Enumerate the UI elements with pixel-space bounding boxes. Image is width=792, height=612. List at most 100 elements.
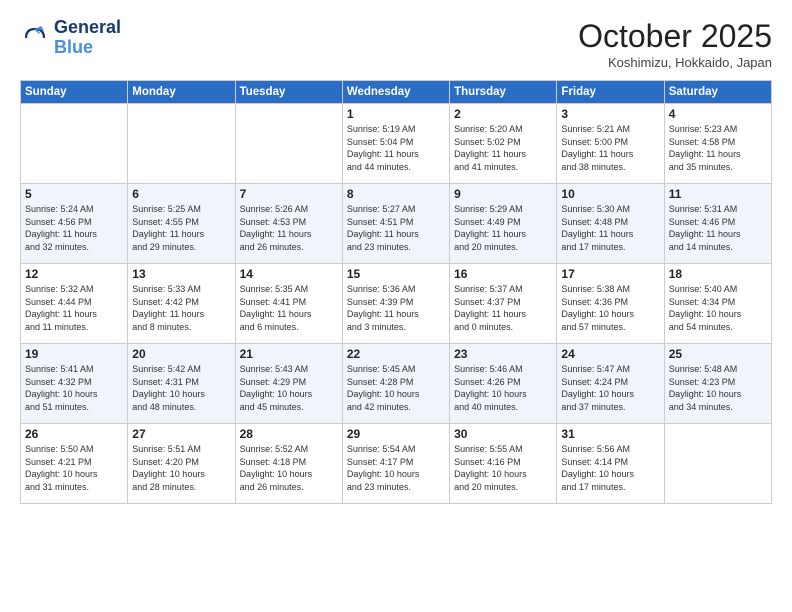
logo-line1: General bbox=[54, 18, 121, 38]
th-tuesday: Tuesday bbox=[235, 81, 342, 104]
day-number: 7 bbox=[240, 187, 338, 201]
day-info: Sunrise: 5:47 AM Sunset: 4:24 PM Dayligh… bbox=[561, 363, 659, 413]
day-info: Sunrise: 5:45 AM Sunset: 4:28 PM Dayligh… bbox=[347, 363, 445, 413]
day-number: 30 bbox=[454, 427, 552, 441]
page: General Blue October 2025 Koshimizu, Hok… bbox=[0, 0, 792, 612]
day-number: 29 bbox=[347, 427, 445, 441]
calendar-cell: 7Sunrise: 5:26 AM Sunset: 4:53 PM Daylig… bbox=[235, 184, 342, 264]
calendar-cell: 5 Sunrise: 5:24 AM Sunset: 4:56 PM Daylig… bbox=[21, 184, 128, 264]
day-number: 8 bbox=[347, 187, 445, 201]
title-area: October 2025 Koshimizu, Hokkaido, Japan bbox=[578, 18, 772, 70]
day-number: 9 bbox=[454, 187, 552, 201]
calendar-cell bbox=[21, 104, 128, 184]
calendar-cell: 23Sunrise: 5:46 AM Sunset: 4:26 PM Dayli… bbox=[450, 344, 557, 424]
day-info: Sunrise: 5:23 AM Sunset: 4:58 PM Dayligh… bbox=[669, 123, 767, 173]
day-info: Sunrise: 5:21 AM Sunset: 5:00 PM Dayligh… bbox=[561, 123, 659, 173]
day-info: Sunrise: 5:24 AM Sunset: 4:56 PM Dayligh… bbox=[25, 203, 123, 253]
day-info: Sunrise: 5:25 AM Sunset: 4:55 PM Dayligh… bbox=[132, 203, 230, 253]
day-info: Sunrise: 5:42 AM Sunset: 4:31 PM Dayligh… bbox=[132, 363, 230, 413]
day-info: Sunrise: 5:29 AM Sunset: 4:49 PM Dayligh… bbox=[454, 203, 552, 253]
day-number: 12 bbox=[25, 267, 123, 281]
calendar-cell: 6 Sunrise: 5:25 AM Sunset: 4:55 PM Daylig… bbox=[128, 184, 235, 264]
calendar-cell: 17Sunrise: 5:38 AM Sunset: 4:36 PM Dayli… bbox=[557, 264, 664, 344]
day-info: Sunrise: 5:46 AM Sunset: 4:26 PM Dayligh… bbox=[454, 363, 552, 413]
day-info: Sunrise: 5:36 AM Sunset: 4:39 PM Dayligh… bbox=[347, 283, 445, 333]
calendar-cell: 1 Sunrise: 5:19 AM Sunset: 5:04 PM Daylig… bbox=[342, 104, 449, 184]
th-friday: Friday bbox=[557, 81, 664, 104]
day-info: Sunrise: 5:20 AM Sunset: 5:02 PM Dayligh… bbox=[454, 123, 552, 173]
calendar-cell: 14 Sunrise: 5:35 AM Sunset: 4:41 PM Dayli… bbox=[235, 264, 342, 344]
day-number: 28 bbox=[240, 427, 338, 441]
th-saturday: Saturday bbox=[664, 81, 771, 104]
day-number: 2 bbox=[454, 107, 552, 121]
calendar-cell: 27 Sunrise: 5:51 AM Sunset: 4:20 PM Dayli… bbox=[128, 424, 235, 504]
day-number: 24 bbox=[561, 347, 659, 361]
calendar-cell: 21 Sunrise: 5:43 AM Sunset: 4:29 PM Dayli… bbox=[235, 344, 342, 424]
day-info: Sunrise: 5:33 AM Sunset: 4:42 PM Dayligh… bbox=[132, 283, 230, 333]
th-thursday: Thursday bbox=[450, 81, 557, 104]
day-info: Sunrise: 5:31 AM Sunset: 4:46 PM Dayligh… bbox=[669, 203, 767, 253]
day-info: Sunrise: 5:19 AM Sunset: 5:04 PM Dayligh… bbox=[347, 123, 445, 173]
calendar-week-1: 1 Sunrise: 5:19 AM Sunset: 5:04 PM Daylig… bbox=[21, 104, 772, 184]
day-info: Sunrise: 5:35 AM Sunset: 4:41 PM Dayligh… bbox=[240, 283, 338, 333]
day-info: Sunrise: 5:54 AM Sunset: 4:17 PM Dayligh… bbox=[347, 443, 445, 493]
day-number: 11 bbox=[669, 187, 767, 201]
day-info: Sunrise: 5:40 AM Sunset: 4:34 PM Dayligh… bbox=[669, 283, 767, 333]
day-info: Sunrise: 5:32 AM Sunset: 4:44 PM Dayligh… bbox=[25, 283, 123, 333]
calendar-cell: 29 Sunrise: 5:54 AM Sunset: 4:17 PM Dayli… bbox=[342, 424, 449, 504]
calendar-cell: 24 Sunrise: 5:47 AM Sunset: 4:24 PM Dayli… bbox=[557, 344, 664, 424]
day-info: Sunrise: 5:38 AM Sunset: 4:36 PM Dayligh… bbox=[561, 283, 659, 333]
day-number: 25 bbox=[669, 347, 767, 361]
calendar-week-4: 19Sunrise: 5:41 AM Sunset: 4:32 PM Dayli… bbox=[21, 344, 772, 424]
day-number: 10 bbox=[561, 187, 659, 201]
location: Koshimizu, Hokkaido, Japan bbox=[578, 55, 772, 70]
calendar-cell: 10 Sunrise: 5:30 AM Sunset: 4:48 PM Dayli… bbox=[557, 184, 664, 264]
calendar-cell: 8 Sunrise: 5:27 AM Sunset: 4:51 PM Daylig… bbox=[342, 184, 449, 264]
calendar-cell bbox=[235, 104, 342, 184]
day-info: Sunrise: 5:30 AM Sunset: 4:48 PM Dayligh… bbox=[561, 203, 659, 253]
calendar-cell: 9 Sunrise: 5:29 AM Sunset: 4:49 PM Daylig… bbox=[450, 184, 557, 264]
calendar-cell: 4 Sunrise: 5:23 AM Sunset: 4:58 PM Daylig… bbox=[664, 104, 771, 184]
day-number: 22 bbox=[347, 347, 445, 361]
day-number: 27 bbox=[132, 427, 230, 441]
day-number: 21 bbox=[240, 347, 338, 361]
day-number: 4 bbox=[669, 107, 767, 121]
logo-icon bbox=[20, 23, 50, 53]
day-info: Sunrise: 5:48 AM Sunset: 4:23 PM Dayligh… bbox=[669, 363, 767, 413]
logo: General Blue bbox=[20, 18, 121, 58]
day-info: Sunrise: 5:51 AM Sunset: 4:20 PM Dayligh… bbox=[132, 443, 230, 493]
th-monday: Monday bbox=[128, 81, 235, 104]
header: General Blue October 2025 Koshimizu, Hok… bbox=[20, 18, 772, 70]
day-info: Sunrise: 5:37 AM Sunset: 4:37 PM Dayligh… bbox=[454, 283, 552, 333]
day-number: 13 bbox=[132, 267, 230, 281]
day-info: Sunrise: 5:50 AM Sunset: 4:21 PM Dayligh… bbox=[25, 443, 123, 493]
day-info: Sunrise: 5:41 AM Sunset: 4:32 PM Dayligh… bbox=[25, 363, 123, 413]
th-sunday: Sunday bbox=[21, 81, 128, 104]
calendar-cell: 2 Sunrise: 5:20 AM Sunset: 5:02 PM Daylig… bbox=[450, 104, 557, 184]
day-info: Sunrise: 5:55 AM Sunset: 4:16 PM Dayligh… bbox=[454, 443, 552, 493]
day-number: 6 bbox=[132, 187, 230, 201]
day-number: 20 bbox=[132, 347, 230, 361]
calendar: Sunday Monday Tuesday Wednesday Thursday… bbox=[20, 80, 772, 504]
day-number: 26 bbox=[25, 427, 123, 441]
calendar-cell: 12 Sunrise: 5:32 AM Sunset: 4:44 PM Dayli… bbox=[21, 264, 128, 344]
day-info: Sunrise: 5:43 AM Sunset: 4:29 PM Dayligh… bbox=[240, 363, 338, 413]
calendar-cell bbox=[128, 104, 235, 184]
day-info: Sunrise: 5:27 AM Sunset: 4:51 PM Dayligh… bbox=[347, 203, 445, 253]
day-number: 5 bbox=[25, 187, 123, 201]
calendar-week-2: 5 Sunrise: 5:24 AM Sunset: 4:56 PM Daylig… bbox=[21, 184, 772, 264]
day-info: Sunrise: 5:56 AM Sunset: 4:14 PM Dayligh… bbox=[561, 443, 659, 493]
day-number: 1 bbox=[347, 107, 445, 121]
calendar-cell: 31Sunrise: 5:56 AM Sunset: 4:14 PM Dayli… bbox=[557, 424, 664, 504]
calendar-cell: 3Sunrise: 5:21 AM Sunset: 5:00 PM Daylig… bbox=[557, 104, 664, 184]
calendar-cell: 22 Sunrise: 5:45 AM Sunset: 4:28 PM Dayli… bbox=[342, 344, 449, 424]
calendar-week-5: 26 Sunrise: 5:50 AM Sunset: 4:21 PM Dayli… bbox=[21, 424, 772, 504]
logo-text: General Blue bbox=[54, 18, 121, 58]
month-title: October 2025 bbox=[578, 18, 772, 55]
calendar-cell: 20 Sunrise: 5:42 AM Sunset: 4:31 PM Dayli… bbox=[128, 344, 235, 424]
calendar-cell: 18Sunrise: 5:40 AM Sunset: 4:34 PM Dayli… bbox=[664, 264, 771, 344]
calendar-cell bbox=[664, 424, 771, 504]
day-number: 14 bbox=[240, 267, 338, 281]
calendar-cell: 13 Sunrise: 5:33 AM Sunset: 4:42 PM Dayli… bbox=[128, 264, 235, 344]
calendar-week-3: 12 Sunrise: 5:32 AM Sunset: 4:44 PM Dayli… bbox=[21, 264, 772, 344]
